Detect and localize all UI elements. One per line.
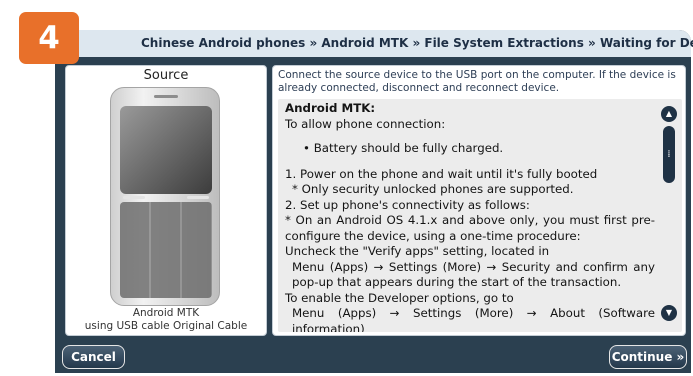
instruction-bullet: • Battery should be fully charged. <box>303 141 504 155</box>
phone-keypad <box>120 202 212 298</box>
instruction-line: * On an Android OS 4.1.x and above only,… <box>285 213 655 243</box>
chevron-down-icon[interactable]: ▼ <box>661 305 677 321</box>
chevron-up-icon[interactable]: ▲ <box>661 106 677 122</box>
source-panel: Source Android MTK using USB cable Origi… <box>65 65 267 336</box>
instructions-panel: Connect the source device to the USB por… <box>272 65 686 336</box>
instruction-line: * Only security unlocked phones are supp… <box>292 182 574 196</box>
step-number-badge: 4 <box>19 12 79 64</box>
instructions-scroll-area[interactable]: Android MTK: To allow phone connection: … <box>278 99 682 332</box>
instructions-text: Android MTK: To allow phone connection: … <box>285 101 655 332</box>
instructions-intro: Connect the source device to the USB por… <box>278 69 676 94</box>
instruction-line: Menu (Apps) → Settings (More) → About (S… <box>292 306 655 332</box>
wizard-screen: Chinese Android phones » Android MTK » F… <box>0 0 693 376</box>
phone-softkey-right <box>187 196 209 199</box>
cancel-button[interactable]: Cancel <box>62 345 125 369</box>
phone-screen <box>120 106 212 194</box>
scrollbar[interactable]: ▲ ⁞ ▼ <box>659 99 679 332</box>
device-name: Android MTK <box>132 307 200 319</box>
cable-description: using USB cable Original Cable <box>84 320 248 332</box>
instruction-line: To allow phone connection: <box>285 116 446 131</box>
instruction-line: 2. Set up phone's connectivity as follow… <box>285 197 530 212</box>
continue-button[interactable]: Continue » <box>609 345 687 369</box>
instruction-line: Uncheck the "Verify apps" setting, locat… <box>285 244 550 258</box>
breadcrumb: Chinese Android phones » Android MTK » F… <box>55 30 693 57</box>
instruction-line: 1. Power on the phone and wait until it'… <box>285 166 598 181</box>
grip-icon[interactable]: ⁞ <box>663 126 675 183</box>
instructions-heading: Android MTK: <box>285 101 376 115</box>
phone-softkey-left <box>123 196 145 199</box>
phone-speaker <box>154 95 178 98</box>
source-title: Source <box>143 68 189 83</box>
instruction-line: Menu (Apps) → Settings (More) → Security… <box>292 259 655 290</box>
instruction-line: To enable the Developer options, go to <box>285 290 514 305</box>
mobile-phone-icon <box>110 87 220 306</box>
